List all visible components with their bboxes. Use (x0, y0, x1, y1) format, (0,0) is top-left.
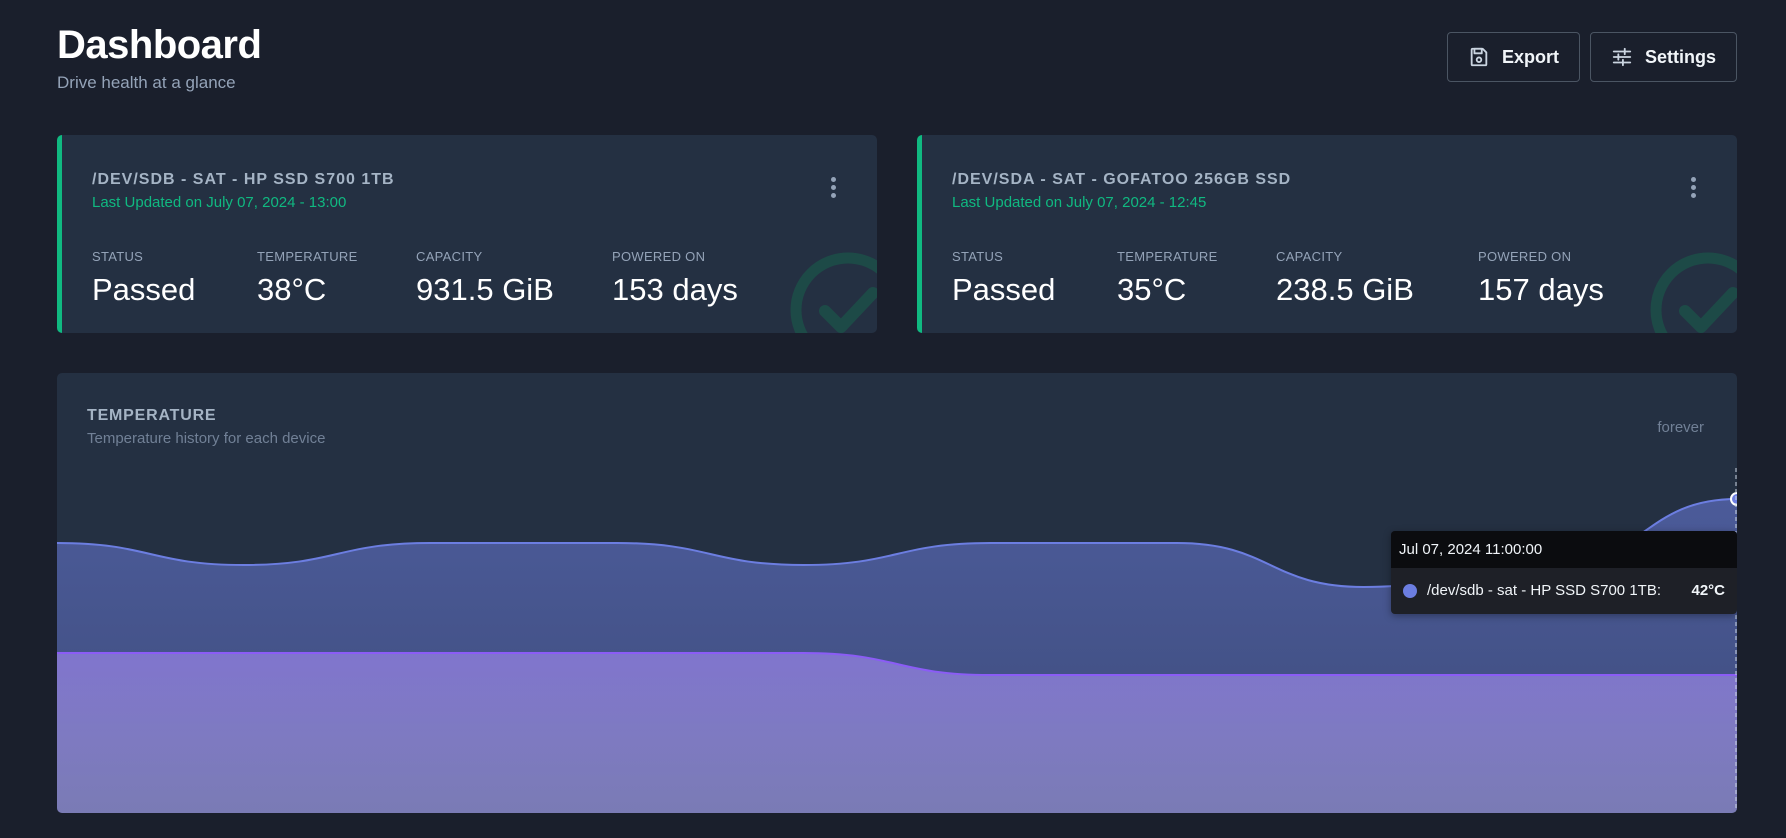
metric-value: 238.5 GiB (1276, 272, 1414, 307)
range-selector[interactable]: forever (1657, 419, 1704, 436)
series-marker (1403, 583, 1417, 598)
metric-label: TEMPERATURE (257, 249, 358, 264)
kebab-menu-icon[interactable] (825, 177, 841, 205)
device-card-sdb[interactable]: /DEV/SDB - SAT - HP SSD S700 1TB Last Up… (57, 135, 877, 333)
device-title: /DEV/SDB - SAT - HP SSD S700 1TB (92, 171, 395, 188)
settings-label: Settings (1644, 46, 1716, 67)
metric-label: POWERED ON (1478, 249, 1572, 264)
metric-value: 157 days (1478, 272, 1604, 307)
metric-capacity: CAPACITY 931.5 GiB (416, 249, 554, 308)
metric-value: 931.5 GiB (416, 272, 554, 307)
last-updated: Last Updated on July 07, 2024 - 12:45 (952, 194, 1207, 211)
metric-temperature: TEMPERATURE 35°C (1117, 249, 1218, 308)
export-label: Export (1501, 46, 1559, 67)
kebab-menu-icon[interactable] (1685, 177, 1701, 205)
page-header: Dashboard Drive health at a glance Expor… (57, 22, 1737, 102)
tooltip-series: /dev/sdb - sat - HP SSD S700 1TB: (1427, 582, 1661, 599)
metric-temperature: TEMPERATURE 38°C (257, 249, 358, 308)
metric-value: Passed (952, 272, 1056, 307)
export-button[interactable]: Export (1446, 32, 1580, 82)
settings-button[interactable]: Settings (1589, 32, 1737, 82)
metric-label: TEMPERATURE (1117, 249, 1218, 264)
chart-subtitle: Temperature history for each device (87, 430, 326, 447)
metric-label: CAPACITY (1276, 249, 1343, 264)
chart-title: TEMPERATURE (87, 407, 217, 424)
metric-value: 38°C (257, 272, 327, 307)
header-actions: Export Settings (1446, 32, 1737, 82)
sliders-icon (1611, 46, 1633, 68)
device-card-sda[interactable]: /DEV/SDA - SAT - GOFATOO 256GB SSD Last … (917, 135, 1737, 333)
tooltip-row: /dev/sdb - sat - HP SSD S700 1TB: 42°C (1391, 568, 1737, 613)
dashboard-page: Dashboard Drive health at a glance Expor… (0, 0, 1786, 838)
last-updated: Last Updated on July 07, 2024 - 13:00 (92, 194, 347, 211)
metric-label: STATUS (92, 249, 144, 264)
check-circle-icon (1650, 252, 1737, 333)
metric-status: STATUS Passed (952, 249, 1055, 308)
chart-tooltip: Jul 07, 2024 11:00:00 /dev/sdb - sat - H… (1391, 531, 1737, 614)
metric-value: 35°C (1117, 272, 1187, 307)
metric-value: 153 days (612, 272, 738, 307)
metric-value: Passed (92, 272, 196, 307)
metric-powered-on: POWERED ON 153 days (612, 249, 738, 308)
metric-label: STATUS (952, 249, 1004, 264)
metric-label: POWERED ON (612, 249, 706, 264)
metric-capacity: CAPACITY 238.5 GiB (1276, 249, 1414, 308)
metric-label: CAPACITY (416, 249, 483, 264)
device-title: /DEV/SDA - SAT - GOFATOO 256GB SSD (952, 171, 1292, 188)
metric-status: STATUS Passed (92, 249, 195, 308)
tooltip-time: Jul 07, 2024 11:00:00 (1391, 531, 1737, 568)
check-circle-icon (790, 252, 877, 333)
metric-powered-on: POWERED ON 157 days (1478, 249, 1604, 308)
tooltip-value: 42°C (1691, 582, 1725, 599)
temperature-chart-card: TEMPERATURE Temperature history for each… (57, 373, 1737, 813)
floppy-disk-icon (1468, 46, 1490, 68)
series-area-1 (57, 653, 1737, 813)
